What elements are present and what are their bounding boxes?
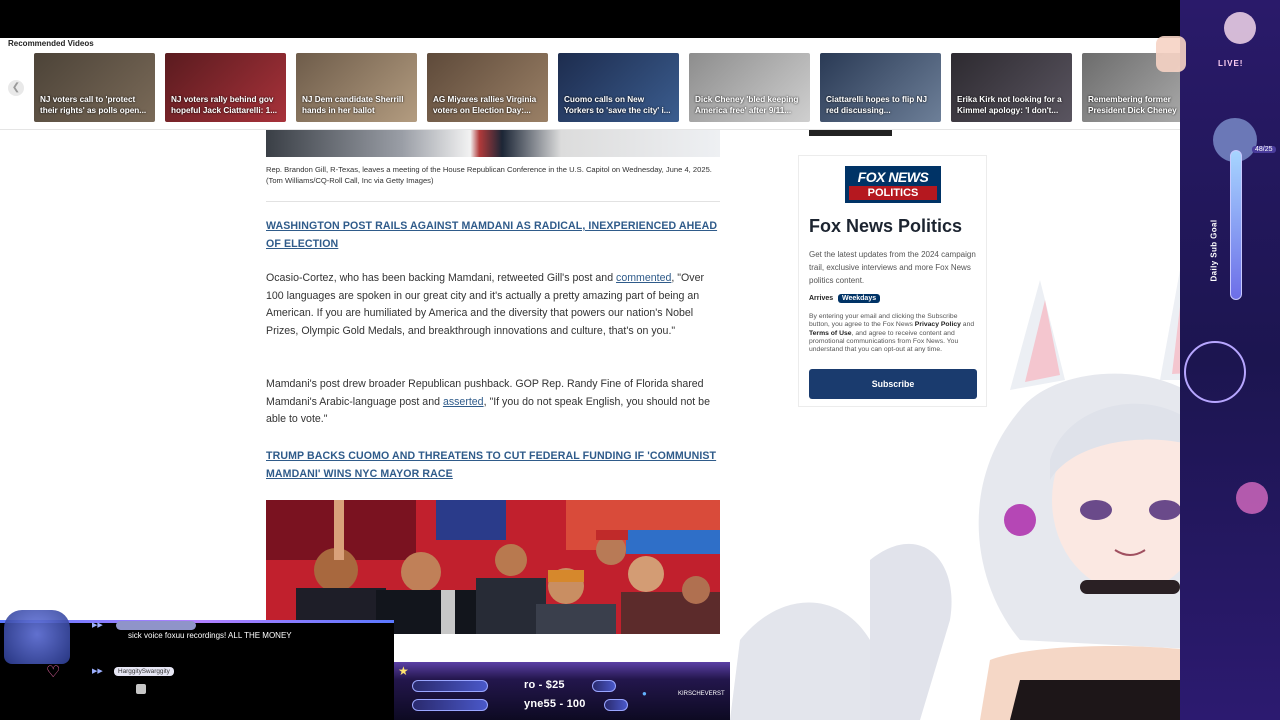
sticker-decoration xyxy=(1156,36,1186,72)
twitter-handle: KIRSCHEVERST xyxy=(678,691,725,697)
video-caption: NJ Dem candidate Sherrill hands in her b… xyxy=(302,95,404,115)
sub-goal-progress-bar xyxy=(1230,150,1242,300)
chevron-left-icon[interactable]: ❮ xyxy=(8,80,24,96)
cat-icon xyxy=(4,610,70,664)
newsletter-title: Fox News Politics xyxy=(809,216,963,236)
video-caption: NJ voters call to 'protect their rights'… xyxy=(40,95,147,115)
recommended-videos-strip: Recommended Videos ❮ NJ voters call to '… xyxy=(0,38,1280,130)
stream-side-panel xyxy=(1180,0,1280,720)
ticker-bar xyxy=(412,699,488,711)
video-thumbnail[interactable]: Cuomo calls on New Yorkers to 'save the … xyxy=(558,53,679,122)
video-thumbnail[interactable]: AG Miyares rallies Virginia voters on El… xyxy=(427,53,548,122)
article-photo-rally xyxy=(266,500,720,634)
sidebar-image-strip xyxy=(809,130,892,136)
top-black-bar xyxy=(0,0,1280,38)
lock-icon xyxy=(136,684,146,694)
video-caption: Ciattarelli hopes to flip NJ red discuss… xyxy=(826,95,927,115)
video-thumbnail[interactable]: Ciattarelli hopes to flip NJ red discuss… xyxy=(820,53,941,122)
ticker-bar xyxy=(604,699,628,711)
fox-news-politics-logo: FOX NEWS POLITICS xyxy=(845,166,941,203)
ticker-donation-2: yne55 - 100 xyxy=(524,698,586,710)
sub-goal-count: 48/25 xyxy=(1252,146,1276,153)
related-link-trump-cuomo[interactable]: TRUMP BACKS CUOMO AND THREATENS TO CUT F… xyxy=(266,447,720,483)
logo-line1: FOX NEWS xyxy=(857,169,929,185)
live-label: LIVE! xyxy=(1218,59,1244,68)
logo-line2: POLITICS xyxy=(849,186,937,200)
video-thumbnail[interactable]: Erika Kirk not looking for a Kimmel apol… xyxy=(951,53,1072,122)
video-thumbnail[interactable]: NJ voters call to 'protect their rights'… xyxy=(34,53,155,122)
sub-goal-label: Daily Sub Goal xyxy=(1209,219,1219,282)
para1-text: Ocasio-Cortez, who has been backing Mamd… xyxy=(266,272,617,284)
recommended-videos-title: Recommended Videos xyxy=(8,39,94,48)
video-caption: Dick Cheney 'bled keeping America free' … xyxy=(695,95,799,115)
video-caption: Cuomo calls on New Yorkers to 'save the … xyxy=(564,95,671,115)
divider xyxy=(266,201,720,202)
donation-ticker: ★ ro - $25 yne55 - 100 ● KIRSCHEVERST xyxy=(394,662,730,720)
related-link-washington-post[interactable]: WASHINGTON POST RAILS AGAINST MAMDANI AS… xyxy=(266,217,720,253)
ticker-donation-1: ro - $25 xyxy=(524,679,565,691)
article-paragraph: Mamdani's post drew broader Republican p… xyxy=(266,376,720,429)
article-paragraph: Ocasio-Cortez, who has been backing Mamd… xyxy=(266,270,720,341)
commented-link[interactable]: commented xyxy=(616,272,671,284)
ticker-bar xyxy=(412,680,488,692)
arrows-icon: ▶▶ xyxy=(92,668,103,675)
article-photo-top xyxy=(266,130,720,157)
chat-overlay: ♡ ▶▶ sick voice foxuu recordings! ALL TH… xyxy=(0,610,394,720)
chat-username: HarggitySwarggity xyxy=(114,667,174,676)
video-thumbnail[interactable]: NJ Dem candidate Sherrill hands in her b… xyxy=(296,53,417,122)
arrows-icon: ▶▶ xyxy=(92,622,103,629)
photo-caption: Rep. Brandon Gill, R-Texas, leaves a mee… xyxy=(266,165,712,185)
video-thumbnail[interactable]: NJ voters rally behind gov hopeful Jack … xyxy=(165,53,286,122)
twitter-icon: ● xyxy=(642,689,647,698)
ticker-bar xyxy=(592,680,616,692)
star-icon: ★ xyxy=(398,664,409,678)
chat-username-pill xyxy=(116,621,196,630)
video-thumbnail[interactable]: Dick Cheney 'bled keeping America free' … xyxy=(689,53,810,122)
heart-icon: ♡ xyxy=(46,664,61,681)
video-caption: Erika Kirk not looking for a Kimmel apol… xyxy=(957,95,1062,115)
video-caption: NJ voters rally behind gov hopeful Jack … xyxy=(171,95,278,115)
asserted-link[interactable]: asserted xyxy=(443,396,484,408)
chat-message: sick voice foxuu recordings! ALL THE MON… xyxy=(128,631,292,640)
video-caption: AG Miyares rallies Virginia voters on El… xyxy=(433,95,537,115)
